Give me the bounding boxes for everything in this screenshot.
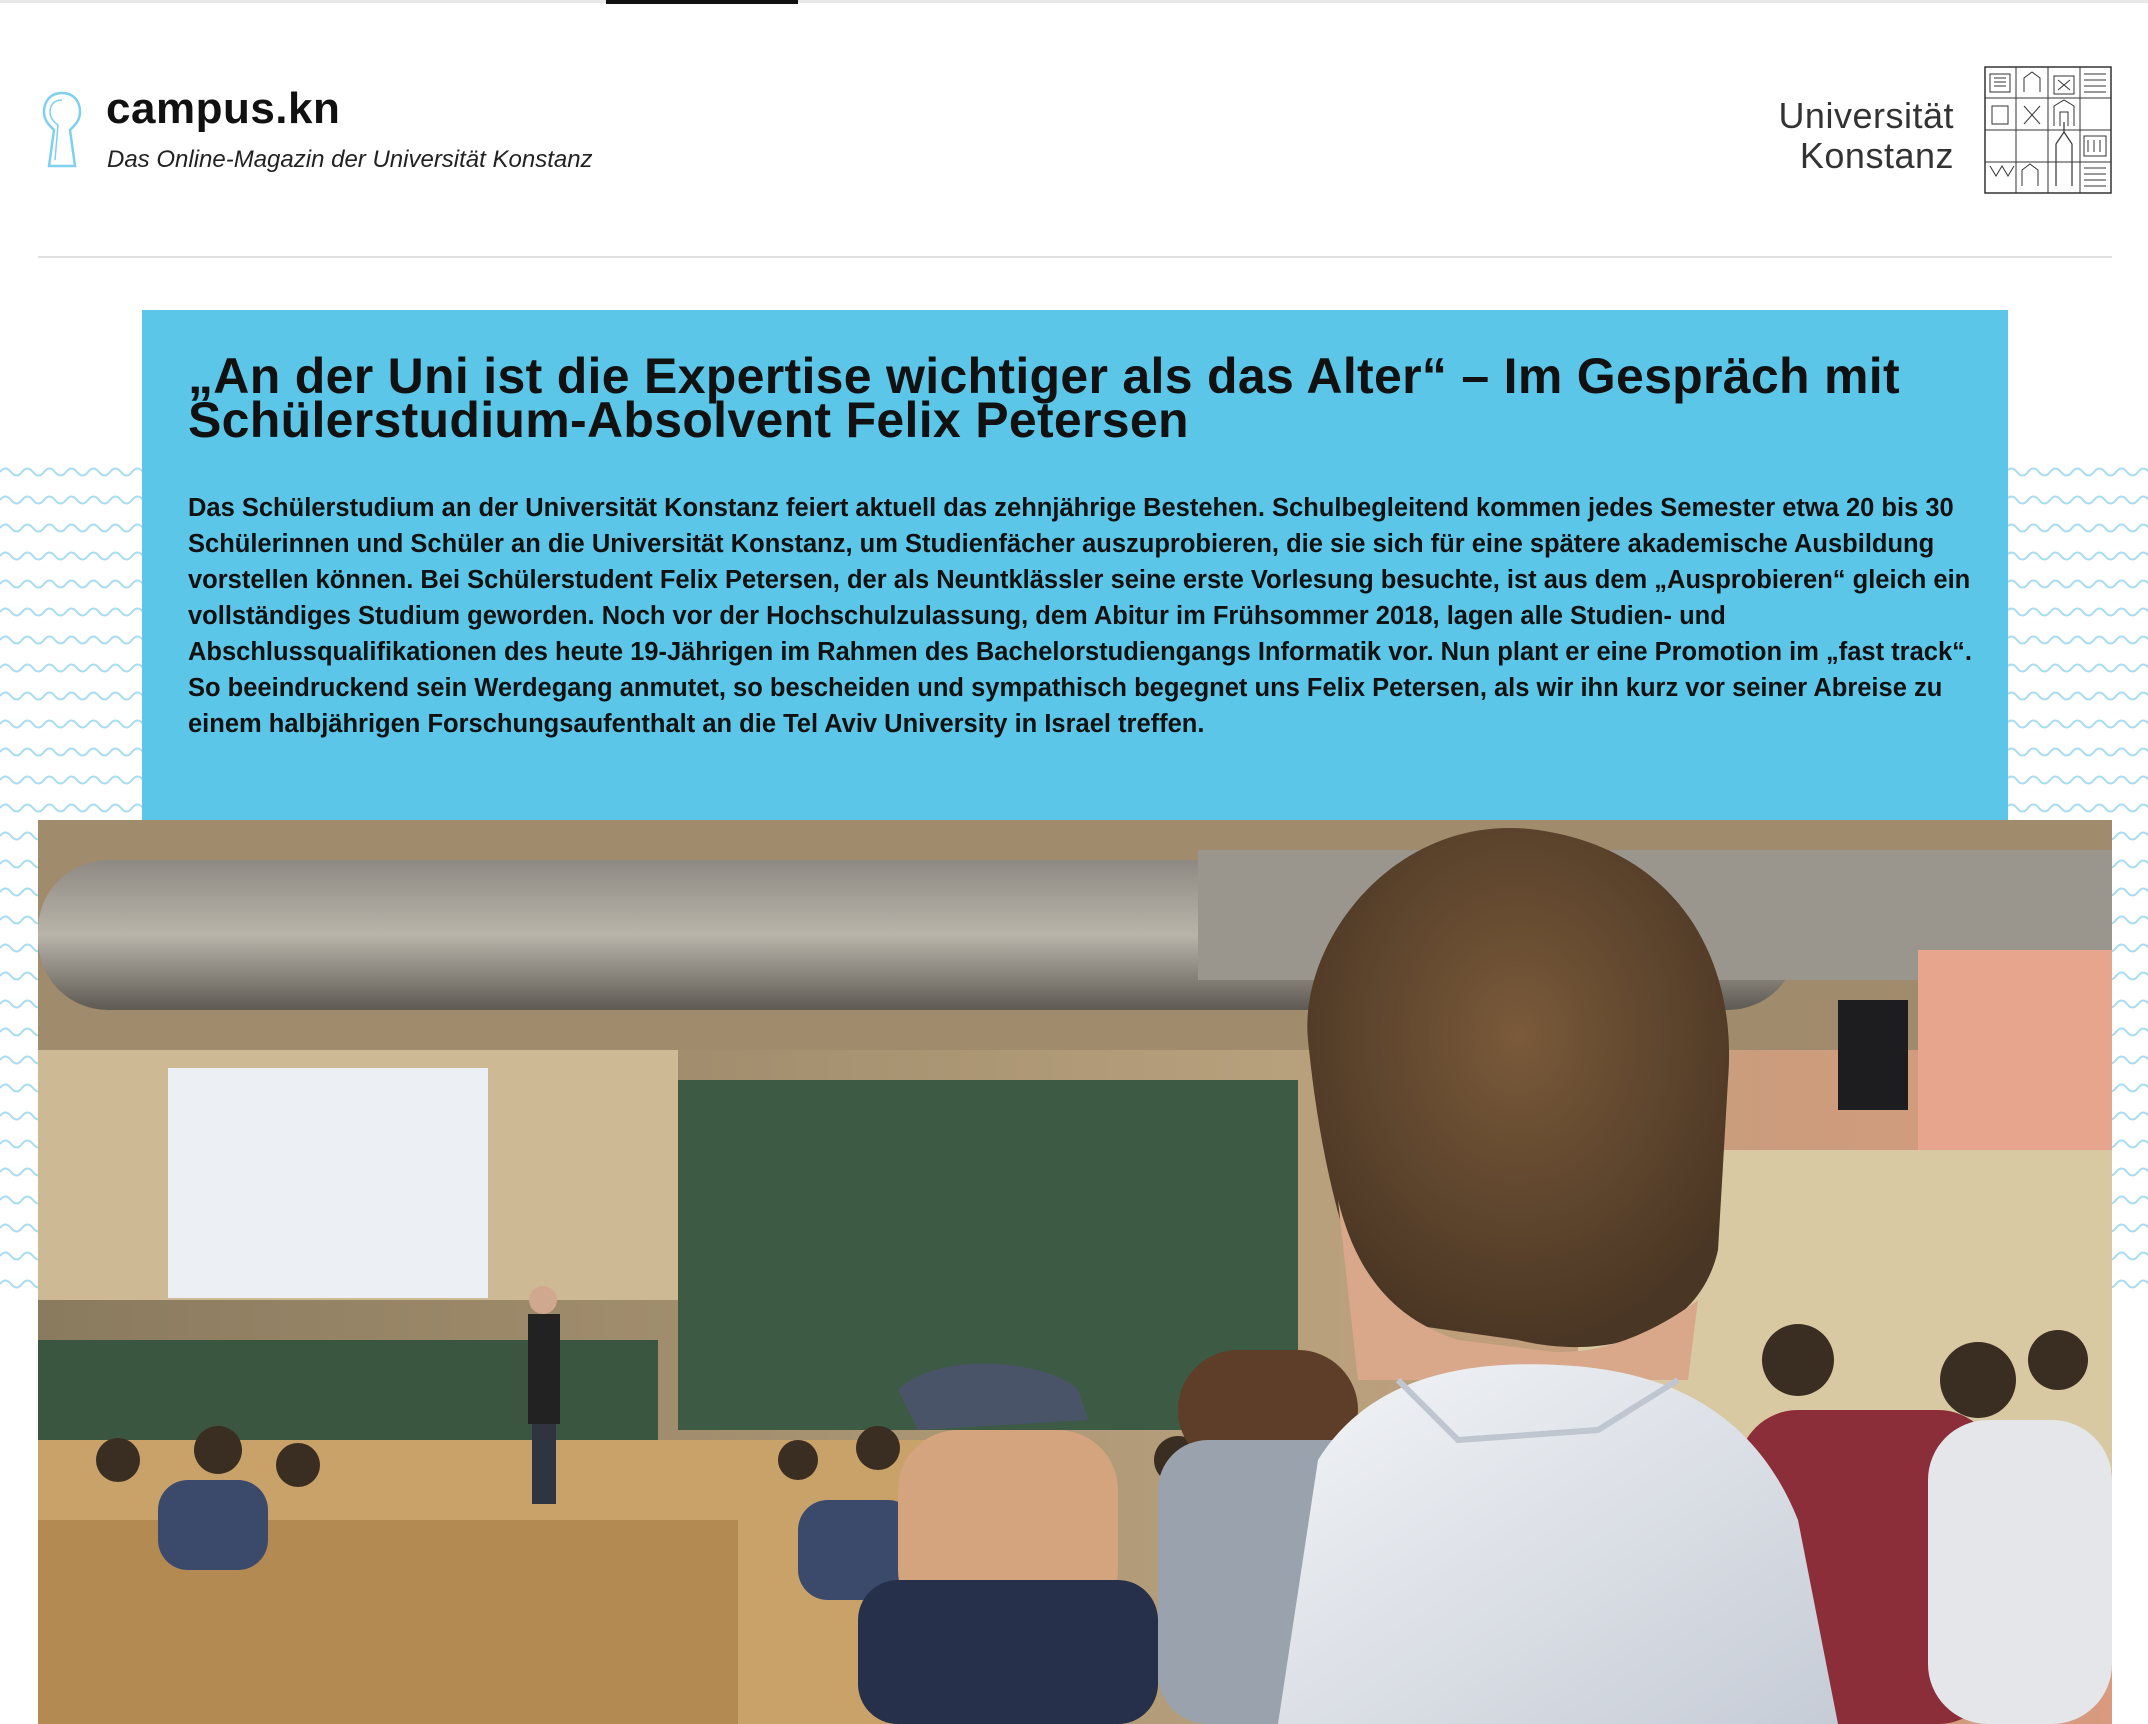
wave-line xyxy=(0,579,142,589)
wave-line xyxy=(0,719,142,729)
top-nav-rule xyxy=(0,0,2148,3)
wave-line xyxy=(0,775,142,785)
site-tagline: Das Online-Magazin der Universität Konst… xyxy=(107,146,593,173)
wave-line xyxy=(0,663,142,673)
wave-line xyxy=(0,495,142,505)
wave-line xyxy=(2006,775,2148,785)
wave-line xyxy=(0,803,142,813)
university-emblem-icon xyxy=(1984,66,2112,194)
article-teaser: „An der Uni ist die Expertise wichtiger … xyxy=(142,310,2008,822)
wave-line xyxy=(2006,523,2148,533)
wave-line xyxy=(2006,551,2148,561)
wave-line xyxy=(2006,691,2148,701)
article-lead: Das Schülerstudium an der Universität Ko… xyxy=(188,494,1972,738)
wave-line xyxy=(0,747,142,757)
wave-line xyxy=(2006,579,2148,589)
wave-line xyxy=(2006,719,2148,729)
article-headline: „An der Uni ist die Expertise wichtiger … xyxy=(188,348,1900,448)
wave-line xyxy=(2006,747,2148,757)
site-header: campus.kn Das Online-Magazin der Univers… xyxy=(38,62,2112,258)
university-name-line2: Konstanz xyxy=(1799,135,1954,176)
article-hero-photo xyxy=(38,820,2112,1724)
wave-line xyxy=(0,467,142,477)
university-name: Universität Konstanz xyxy=(1778,96,1954,176)
university-name-line1: Universität xyxy=(1778,95,1954,136)
wave-line xyxy=(0,635,142,645)
wave-line xyxy=(2006,663,2148,673)
wave-line xyxy=(0,551,142,561)
wave-line xyxy=(0,691,142,701)
wave-line xyxy=(2006,467,2148,477)
header-divider xyxy=(38,256,2112,258)
keyhole-icon[interactable] xyxy=(38,90,86,170)
wave-line xyxy=(2006,803,2148,813)
wave-line xyxy=(0,607,142,617)
wave-line xyxy=(2006,635,2148,645)
wave-line xyxy=(2006,495,2148,505)
university-logo[interactable]: Universität Konstanz xyxy=(1772,66,2112,196)
wave-line xyxy=(2006,607,2148,617)
site-brand-title[interactable]: campus.kn xyxy=(106,84,340,134)
top-nav-active-indicator xyxy=(606,0,798,4)
wave-line xyxy=(0,523,142,533)
lecture-hall-photo xyxy=(38,820,2112,1724)
